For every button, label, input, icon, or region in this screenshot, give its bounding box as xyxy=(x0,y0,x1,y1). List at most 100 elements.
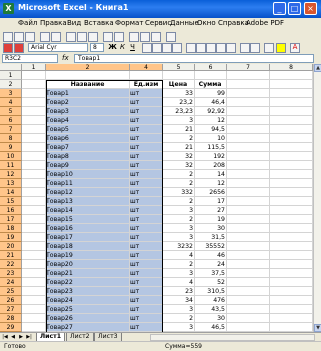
cell-empty[interactable] xyxy=(22,107,46,116)
row-header[interactable]: 1 xyxy=(0,71,22,80)
cell-empty[interactable] xyxy=(22,224,46,233)
pdf-email-icon[interactable] xyxy=(14,43,24,53)
cell-empty[interactable] xyxy=(22,242,46,251)
cell-price[interactable]: 3 xyxy=(163,233,195,242)
cell-sum[interactable]: 43,5 xyxy=(195,305,227,314)
pdf-convert-icon[interactable] xyxy=(3,43,13,53)
cell-empty[interactable] xyxy=(22,161,46,170)
cell-name[interactable]: Товар24 xyxy=(46,296,130,305)
worksheet-grid[interactable]: 1 2 4 5 6 7 8 1 2 Название Ед.изм Цена Сумма 3… xyxy=(0,64,313,332)
cell-empty[interactable] xyxy=(270,80,313,89)
cell-unit[interactable]: шт xyxy=(130,224,163,233)
percent-icon[interactable] xyxy=(196,43,206,53)
cell-empty[interactable] xyxy=(270,143,313,152)
cell-sum[interactable] xyxy=(195,71,227,80)
cell-empty[interactable] xyxy=(22,278,46,287)
cell-empty[interactable] xyxy=(22,314,46,323)
cell-sum[interactable]: 12 xyxy=(195,179,227,188)
cell-empty[interactable] xyxy=(227,287,270,296)
cell-unit[interactable]: шт xyxy=(130,134,163,143)
font-size-select[interactable]: 8 xyxy=(90,43,104,52)
cell-sum[interactable]: 27 xyxy=(195,206,227,215)
undo-icon[interactable] xyxy=(103,32,113,42)
cell-empty[interactable] xyxy=(270,260,313,269)
column-header[interactable]: 7 xyxy=(227,64,270,71)
cell-price[interactable]: 3 xyxy=(163,305,195,314)
cell-price[interactable]: 4 xyxy=(163,278,195,287)
minimize-button[interactable]: _ xyxy=(273,2,286,15)
cell-name[interactable]: Товар22 xyxy=(46,278,130,287)
scroll-down-arrow-icon[interactable]: ▼ xyxy=(314,324,321,332)
cell-empty[interactable] xyxy=(22,170,46,179)
cell-unit[interactable]: шт xyxy=(130,260,163,269)
row-header[interactable]: 28 xyxy=(0,314,22,323)
cell-empty[interactable] xyxy=(227,197,270,206)
cell-sum[interactable]: 92,92 xyxy=(195,107,227,116)
cell-empty[interactable] xyxy=(227,251,270,260)
cell-empty[interactable] xyxy=(227,107,270,116)
menu-adobe-pdf[interactable]: Adobe PDF xyxy=(246,19,284,27)
cell-price[interactable]: 21 xyxy=(163,125,195,134)
cell-sum[interactable]: 94,5 xyxy=(195,125,227,134)
cell-sum[interactable]: 192 xyxy=(195,152,227,161)
cell-empty[interactable] xyxy=(22,215,46,224)
cell-unit[interactable] xyxy=(130,71,163,80)
borders-icon[interactable] xyxy=(264,43,274,53)
cell-empty[interactable] xyxy=(227,314,270,323)
cell-empty[interactable] xyxy=(270,233,313,242)
cell-unit[interactable]: шт xyxy=(130,206,163,215)
cell-sum[interactable]: 19 xyxy=(195,215,227,224)
cell-empty[interactable] xyxy=(22,80,46,89)
cell-empty[interactable] xyxy=(270,188,313,197)
cell-sum[interactable]: 17 xyxy=(195,197,227,206)
cell-empty[interactable] xyxy=(270,215,313,224)
cell-empty[interactable] xyxy=(22,305,46,314)
cell-empty[interactable] xyxy=(227,152,270,161)
open-icon[interactable] xyxy=(14,32,24,42)
cell-price[interactable]: 32 xyxy=(163,152,195,161)
cell-name[interactable]: Товар21 xyxy=(46,269,130,278)
cell-empty[interactable] xyxy=(270,224,313,233)
menu-insert[interactable]: Вставка xyxy=(84,19,114,27)
cell-empty[interactable] xyxy=(22,287,46,296)
row-header[interactable]: 5 xyxy=(0,107,22,116)
print-icon[interactable] xyxy=(40,32,50,42)
select-all-corner[interactable] xyxy=(0,64,22,71)
menu-help[interactable]: Справка xyxy=(218,19,249,27)
cell-name[interactable]: Товар20 xyxy=(46,260,130,269)
column-header[interactable]: 1 xyxy=(22,64,46,71)
cell-empty[interactable] xyxy=(270,242,313,251)
cell-price[interactable]: 32 xyxy=(163,161,195,170)
cell-empty[interactable] xyxy=(270,206,313,215)
cell-name[interactable]: Товар27 xyxy=(46,323,130,332)
cell-empty[interactable] xyxy=(227,278,270,287)
cell-name[interactable]: Товар26 xyxy=(46,314,130,323)
copy-icon[interactable] xyxy=(77,32,87,42)
cell-empty[interactable] xyxy=(22,296,46,305)
cell-unit[interactable]: шт xyxy=(130,161,163,170)
cell-sum[interactable]: 310,5 xyxy=(195,287,227,296)
cell-sum[interactable]: 10 xyxy=(195,134,227,143)
row-header[interactable]: 3 xyxy=(0,89,22,98)
cell-empty[interactable] xyxy=(270,305,313,314)
cell-name[interactable]: Товар3 xyxy=(46,107,130,116)
cell-empty[interactable] xyxy=(22,323,46,332)
cell-empty[interactable] xyxy=(227,224,270,233)
cell-empty[interactable] xyxy=(270,134,313,143)
cell-name[interactable]: Товар23 xyxy=(46,287,130,296)
cell-empty[interactable] xyxy=(227,260,270,269)
cell-name[interactable]: Товар9 xyxy=(46,161,130,170)
row-header[interactable]: 7 xyxy=(0,125,22,134)
cell-empty[interactable] xyxy=(270,269,313,278)
cell-sum[interactable]: 24 xyxy=(195,260,227,269)
increase-indent-icon[interactable] xyxy=(250,43,260,53)
menu-view[interactable]: Вид xyxy=(67,19,81,27)
cell-empty[interactable] xyxy=(227,305,270,314)
cell-price[interactable]: 2 xyxy=(163,314,195,323)
row-header[interactable]: 17 xyxy=(0,215,22,224)
cell-empty[interactable] xyxy=(270,251,313,260)
cell-sum[interactable]: 476 xyxy=(195,296,227,305)
cell-name[interactable]: Товар2 xyxy=(46,98,130,107)
cell-empty[interactable] xyxy=(22,71,46,80)
cell-empty[interactable] xyxy=(22,188,46,197)
